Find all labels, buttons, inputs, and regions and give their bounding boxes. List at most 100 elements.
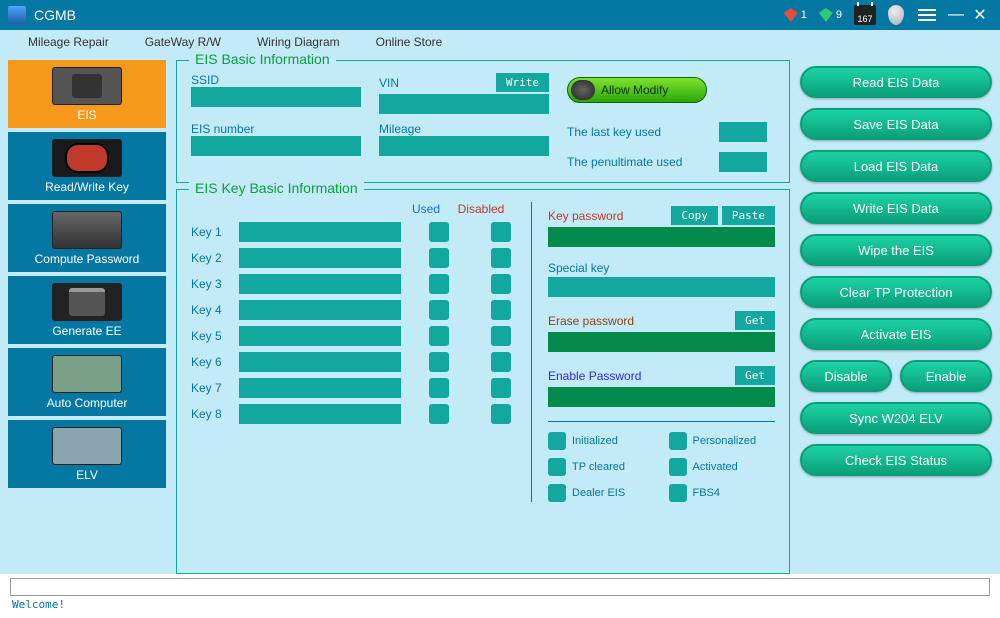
key4-input[interactable] [239,300,401,320]
sidebar-item-elv[interactable]: ELV [8,420,166,488]
close-button[interactable]: ✕ [970,5,990,25]
key2-disabled-check[interactable] [491,248,511,268]
erase-get-button[interactable]: Get [735,311,775,330]
clear-tp-button[interactable]: Clear TP Protection [800,276,992,308]
toggle-knob-icon [571,80,595,100]
key8-input[interactable] [239,404,401,424]
diamond-green-icon [819,8,833,22]
last-key-input[interactable] [719,122,767,142]
load-eis-button[interactable]: Load EIS Data [800,150,992,182]
key8-used-check[interactable] [429,404,449,424]
erase-password-label: Erase password [548,314,634,328]
key-password-label: Key password [548,209,623,223]
used-header: Used [401,202,451,216]
key5-disabled-check[interactable] [491,326,511,346]
key8-disabled-check[interactable] [491,404,511,424]
key-icon [52,139,122,177]
sidebar-item-compute-password[interactable]: Compute Password [8,204,166,272]
key2-label: Key 2 [191,251,231,265]
special-key-label: Special key [548,261,609,275]
key7-label: Key 7 [191,381,231,395]
ssid-label: SSID [191,73,361,87]
initialized-label: Initialized [572,435,618,447]
fbs4-check[interactable] [669,484,687,502]
key6-disabled-check[interactable] [491,352,511,372]
sidebar-item-eis[interactable]: EIS [8,60,166,128]
stat-green-diamond: 9 [819,8,842,22]
erase-password-input[interactable] [548,332,775,352]
sidebar-item-read-write-key[interactable]: Read/Write Key [8,132,166,200]
save-eis-button[interactable]: Save EIS Data [800,108,992,140]
menu-wiring-diagram[interactable]: Wiring Diagram [239,35,358,49]
special-key-input[interactable] [548,277,775,297]
enable-password-input[interactable] [548,387,775,407]
penultimate-label: The penultimate used [567,155,682,169]
elv-icon [52,427,122,465]
eisnum-input[interactable] [191,136,361,156]
key-legend: EIS Key Basic Information [189,180,364,196]
disable-button[interactable]: Disable [800,360,892,392]
mileage-input[interactable] [379,136,549,156]
activate-eis-button[interactable]: Activate EIS [800,318,992,350]
key3-used-check[interactable] [429,274,449,294]
sidebar-item-auto-computer[interactable]: Auto Computer [8,348,166,416]
enable-password-label: Enable Password [548,369,641,383]
wipe-eis-button[interactable]: Wipe the EIS [800,234,992,266]
read-eis-button[interactable]: Read EIS Data [800,66,992,98]
key1-input[interactable] [239,222,401,242]
menu-online-store[interactable]: Online Store [358,35,461,49]
stat-red-diamond: 1 [784,8,807,22]
app-title: CGMB [34,7,778,23]
menu-gateway-rw[interactable]: GateWay R/W [127,35,239,49]
key2-input[interactable] [239,248,401,268]
key8-label: Key 8 [191,407,231,421]
minimize-button[interactable]: — [946,6,966,24]
key5-input[interactable] [239,326,401,346]
menu-mileage-repair[interactable]: Mileage Repair [10,35,127,49]
hamburger-menu-icon[interactable] [918,9,936,21]
enable-button[interactable]: Enable [900,360,992,392]
last-key-label: The last key used [567,125,661,139]
menu-bar: Mileage Repair GateWay R/W Wiring Diagra… [0,30,1000,54]
penultimate-input[interactable] [719,152,767,172]
tpcleared-check[interactable] [548,458,566,476]
basic-legend: EIS Basic Information [189,51,336,67]
activated-label: Activated [693,461,738,473]
write-button[interactable]: Write [496,73,549,92]
title-bar: CGMB 1 9 167 — ✕ [0,0,1000,30]
vin-label: VIN [379,76,399,90]
key4-disabled-check[interactable] [491,300,511,320]
sync-w204-button[interactable]: Sync W204 ELV [800,402,992,434]
key4-used-check[interactable] [429,300,449,320]
write-eis-button[interactable]: Write EIS Data [800,192,992,224]
activated-check[interactable] [669,458,687,476]
enable-get-button[interactable]: Get [735,366,775,385]
paste-button[interactable]: Paste [722,206,775,225]
key2-used-check[interactable] [429,248,449,268]
check-eis-status-button[interactable]: Check EIS Status [800,444,992,476]
copy-button[interactable]: Copy [671,206,718,225]
key5-used-check[interactable] [429,326,449,346]
key1-used-check[interactable] [429,222,449,242]
key6-input[interactable] [239,352,401,372]
key3-input[interactable] [239,274,401,294]
ecu-icon [52,355,122,393]
key1-disabled-check[interactable] [491,222,511,242]
sidebar-item-generate-ee[interactable]: Generate EE [8,276,166,344]
key7-input[interactable] [239,378,401,398]
vin-input[interactable] [379,94,549,114]
dealer-eis-check[interactable] [548,484,566,502]
key5-label: Key 5 [191,329,231,343]
chip-icon [52,211,122,249]
ssid-input[interactable] [191,87,361,107]
key6-used-check[interactable] [429,352,449,372]
key3-disabled-check[interactable] [491,274,511,294]
key7-used-check[interactable] [429,378,449,398]
key-password-input[interactable] [548,227,775,247]
key7-disabled-check[interactable] [491,378,511,398]
personalized-check[interactable] [669,432,687,450]
initialized-check[interactable] [548,432,566,450]
key3-label: Key 3 [191,277,231,291]
tpcleared-label: TP cleared [572,461,625,473]
allow-modify-toggle[interactable]: Allow Modify [567,77,707,103]
